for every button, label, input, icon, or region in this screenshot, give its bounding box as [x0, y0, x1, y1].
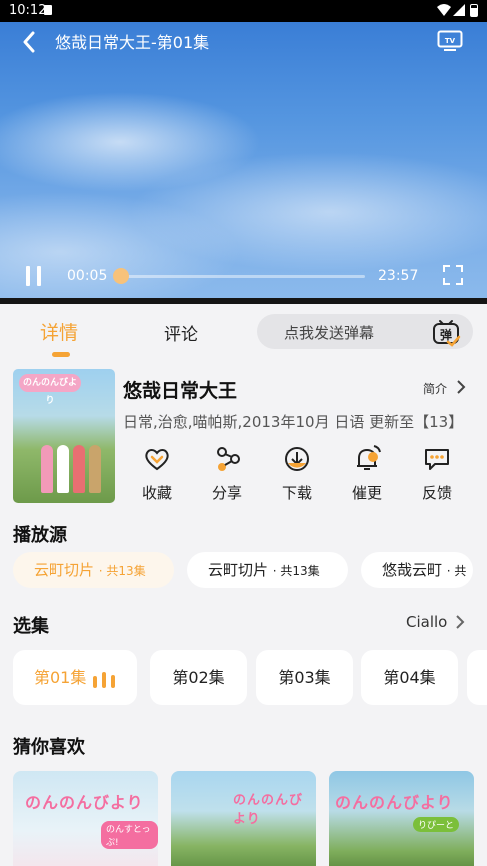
- source-count: · 共13集: [98, 564, 146, 578]
- progress-track[interactable]: [120, 275, 365, 278]
- sources-heading: 播放源: [13, 525, 67, 546]
- sim-card-icon: [44, 5, 52, 15]
- signal-icon: [453, 4, 465, 16]
- episode-item[interactable]: 第01集: [13, 650, 137, 705]
- tab-comments[interactable]: 评论: [164, 320, 198, 345]
- episodes-more-link[interactable]: Ciallo: [406, 613, 447, 631]
- source-name: 云町切片: [208, 561, 269, 579]
- show-cover-image[interactable]: のんのんびより: [13, 369, 115, 503]
- episode-label: 第04集: [383, 668, 436, 687]
- video-title: 悠哉日常大王-第01集: [55, 33, 210, 52]
- source-name: 悠哉云町: [382, 561, 443, 579]
- feedback-button[interactable]: 反馈: [412, 444, 462, 503]
- danmaku-placeholder: 点我发送弹幕: [284, 324, 375, 342]
- urge-update-button[interactable]: 催更: [342, 444, 392, 503]
- cover-figure: [57, 445, 69, 493]
- favorite-label: 收藏: [141, 484, 172, 502]
- share-icon: [217, 447, 240, 471]
- feedback-label: 反馈: [421, 484, 452, 502]
- recommend-heading: 猜你喜欢: [13, 737, 85, 758]
- recommend-card[interactable]: のんのんびより りぴーと: [329, 771, 474, 866]
- danmaku-icon-label: 弹: [440, 327, 452, 342]
- show-title: 悠哉日常大王: [123, 380, 238, 402]
- urge-update-label: 催更: [351, 484, 382, 502]
- status-bar: 10:12: [0, 0, 487, 22]
- recommend-card[interactable]: のんのんびより: [171, 771, 316, 866]
- tab-active-indicator: [52, 352, 70, 357]
- episode-item[interactable]: 第02集: [150, 650, 247, 705]
- heart-icon: [145, 449, 169, 471]
- recommend-card-title: のんのんびより: [233, 793, 304, 827]
- recommend-card-title: のんのんびより: [335, 793, 454, 812]
- download-label: 下载: [281, 484, 312, 502]
- cover-figure: [73, 445, 85, 493]
- current-time: 00:05: [67, 268, 108, 284]
- episode-item[interactable]: 第04集: [361, 650, 458, 705]
- fullscreen-icon[interactable]: [443, 265, 463, 285]
- show-meta: 日常,治愈,喵帕斯,2013年10月 日语 更新至【13】: [123, 413, 464, 431]
- recommend-card[interactable]: のんのんびより のんすとっぷ!: [13, 771, 158, 866]
- chevron-right-icon[interactable]: [455, 614, 465, 630]
- video-player[interactable]: 悠哉日常大王-第01集 TV 00:05 23:57: [0, 22, 487, 302]
- episode-label: 第01集: [34, 668, 87, 687]
- share-label: 分享: [211, 484, 242, 502]
- source-count: · 共: [446, 564, 467, 578]
- feedback-icon: [425, 449, 449, 470]
- danmaku-icon[interactable]: 弹: [431, 317, 461, 347]
- source-count: · 共13集: [272, 564, 320, 578]
- bell-icon: [357, 445, 381, 470]
- playing-indicator-icon: [93, 672, 115, 688]
- recommend-card-title: のんのんびより: [25, 793, 144, 812]
- source-chip[interactable]: 悠哉云町 · 共: [361, 552, 473, 588]
- tv-cast-icon[interactable]: TV: [437, 29, 463, 53]
- danmaku-input[interactable]: 点我发送弹幕 弹: [257, 314, 473, 349]
- episode-item[interactable]: [467, 650, 487, 705]
- source-chip[interactable]: 云町切片 · 共13集: [13, 552, 174, 588]
- back-arrow-icon[interactable]: [22, 31, 36, 53]
- share-button[interactable]: 分享: [202, 444, 252, 503]
- chevron-right-icon[interactable]: [456, 379, 466, 395]
- tab-bar: 详情 评论 点我发送弹幕 弹: [0, 304, 487, 360]
- status-time: 10:12: [9, 3, 47, 18]
- episode-label: 第02集: [172, 668, 225, 687]
- episode-item[interactable]: 第03集: [256, 650, 353, 705]
- cover-logo: のんのんびより: [19, 374, 81, 406]
- recommend-card-subtitle: のんすとっぷ!: [101, 821, 158, 849]
- tab-detail[interactable]: 详情: [40, 318, 78, 345]
- cover-figure: [89, 445, 101, 493]
- source-chip[interactable]: 云町切片 · 共13集: [187, 552, 348, 588]
- download-button[interactable]: 下载: [272, 444, 322, 503]
- pause-icon[interactable]: [25, 266, 43, 286]
- download-icon: [285, 447, 309, 471]
- wifi-icon: [437, 4, 451, 16]
- cover-figure: [41, 445, 53, 493]
- recommend-card-subtitle: りぴーと: [413, 817, 460, 832]
- battery-icon: [470, 4, 478, 17]
- intro-link[interactable]: 简介: [423, 380, 447, 397]
- progress-thumb[interactable]: [112, 268, 129, 284]
- duration: 23:57: [378, 268, 419, 284]
- episode-label: 第03集: [278, 668, 331, 687]
- svg-text:TV: TV: [445, 37, 456, 45]
- source-name: 云町切片: [34, 561, 95, 579]
- favorite-button[interactable]: 收藏: [132, 444, 182, 503]
- episodes-heading: 选集: [13, 616, 49, 637]
